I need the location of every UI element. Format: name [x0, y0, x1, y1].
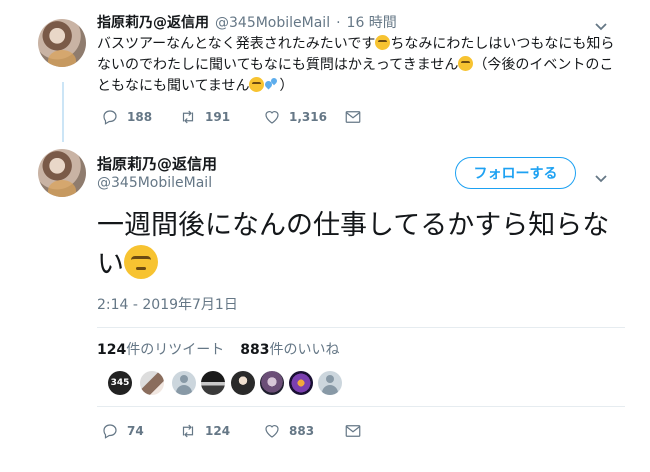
- liker-avatar[interactable]: [289, 371, 313, 395]
- liker-avatar[interactable]: [201, 371, 225, 395]
- liker-badge-text: 345: [110, 378, 130, 388]
- rolling-eyes-emoji-icon: [375, 35, 391, 50]
- divider: [97, 327, 625, 328]
- retweet-button[interactable]: 124: [179, 422, 230, 440]
- sweat-droplets-emoji-icon: [264, 77, 279, 92]
- like-stat[interactable]: 883件のいいね: [240, 339, 339, 359]
- avatar[interactable]: [38, 149, 86, 197]
- dm-button[interactable]: [344, 108, 362, 126]
- retweet-stat-label: 件のリツイート: [126, 342, 225, 358]
- author-name[interactable]: 指原莉乃@返信用: [97, 153, 217, 174]
- engagement-stats: 124件のリツイート 883件のいいね: [97, 339, 339, 359]
- tweet-text: 一週間後になんの仕事してるかすら知らない: [97, 207, 617, 284]
- like-stat-label: 件のいいね: [269, 342, 340, 358]
- like-button[interactable]: 883: [263, 422, 314, 440]
- like-count: 1,316: [289, 110, 327, 124]
- tweet-text: バスツアーなんとなく発表されたみたいです ちなみにわたしはいつもなにも知らないので…: [97, 34, 622, 97]
- tweet-timestamp[interactable]: 2:14 - 2019年7月1日: [97, 294, 238, 314]
- tweet-text-part: ）: [279, 78, 294, 94]
- heart-icon: [265, 111, 279, 124]
- reply-icon: [103, 110, 117, 125]
- chevron-down-icon[interactable]: [594, 169, 608, 188]
- retweet-count: 124: [205, 424, 231, 438]
- like-stat-count: 883: [240, 342, 270, 358]
- author-handle[interactable]: @345MobileMail: [215, 15, 330, 31]
- retweet-icon: [182, 110, 194, 124]
- liker-avatar[interactable]: 345: [108, 371, 132, 395]
- author-handle[interactable]: @345MobileMail: [97, 175, 212, 191]
- reply-button[interactable]: 74: [101, 422, 144, 440]
- tweet-header: 指原莉乃@返信用 @345MobileMail · 16 時間: [97, 12, 397, 32]
- envelope-icon: [345, 111, 361, 123]
- retweet-icon: [182, 424, 194, 438]
- liker-avatar[interactable]: [172, 371, 196, 395]
- retweet-count: 191: [205, 110, 231, 124]
- author-name[interactable]: 指原莉乃@返信用: [97, 12, 209, 32]
- rolling-eyes-emoji-icon: [249, 77, 265, 92]
- thread-connector: [62, 82, 64, 142]
- dm-button[interactable]: [344, 422, 362, 440]
- divider: [97, 406, 625, 407]
- envelope-icon: [345, 425, 361, 437]
- like-button[interactable]: 1,316: [263, 108, 327, 126]
- tweet-time[interactable]: 16 時間: [347, 12, 397, 32]
- heart-icon: [265, 425, 279, 438]
- retweet-stat-count: 124: [97, 342, 127, 358]
- tweet-text-body: 一週間後になんの仕事してるかすら知らない: [97, 210, 610, 280]
- time-separator: ·: [336, 15, 341, 31]
- like-count: 883: [289, 424, 315, 438]
- retweet-button[interactable]: 191: [179, 108, 230, 126]
- liker-avatar[interactable]: [260, 371, 284, 395]
- liker-avatar[interactable]: [231, 371, 255, 395]
- tweet-text-part: バスツアーなんとなく発表されたみたいです: [97, 36, 376, 52]
- reply-count: 74: [127, 424, 144, 438]
- rolling-eyes-emoji-icon: [124, 245, 158, 279]
- liker-avatar[interactable]: [140, 371, 164, 395]
- reply-count: 188: [127, 110, 153, 124]
- reply-icon: [103, 424, 117, 439]
- avatar[interactable]: [38, 19, 86, 67]
- liker-avatar[interactable]: [318, 371, 342, 395]
- retweet-stat[interactable]: 124件のリツイート: [97, 339, 224, 359]
- reply-button[interactable]: 188: [101, 108, 152, 126]
- rolling-eyes-emoji-icon: [458, 56, 474, 71]
- follow-button[interactable]: フォローする: [455, 157, 576, 189]
